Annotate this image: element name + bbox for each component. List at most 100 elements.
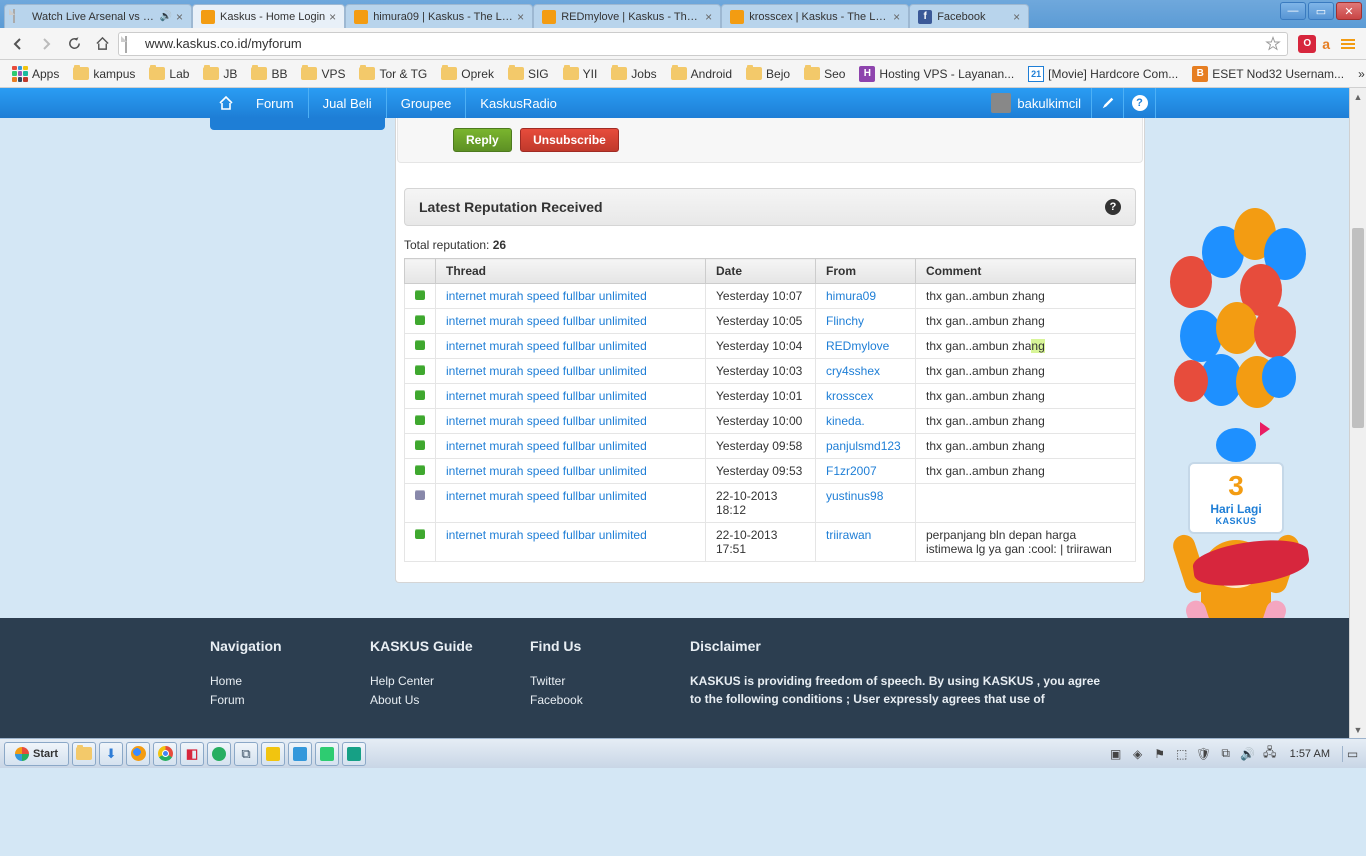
bookmark-item[interactable]: JB bbox=[197, 65, 243, 83]
home-button[interactable] bbox=[90, 32, 114, 56]
thread-link[interactable]: internet murah speed fullbar unlimited bbox=[446, 528, 647, 542]
start-button[interactable]: Start bbox=[4, 742, 69, 766]
user-link[interactable]: triirawan bbox=[826, 528, 871, 542]
tray-icon[interactable]: ▣ bbox=[1108, 746, 1124, 762]
tray-volume-icon[interactable]: 🔊 bbox=[1240, 746, 1256, 762]
user-link[interactable]: himura09 bbox=[826, 289, 876, 303]
tray-icon[interactable]: ⬚ bbox=[1174, 746, 1190, 762]
task-app5[interactable] bbox=[288, 742, 312, 766]
bookmark-star-icon[interactable] bbox=[1265, 36, 1281, 52]
bookmark-item[interactable]: Jobs bbox=[605, 65, 662, 83]
user-link[interactable]: kineda. bbox=[826, 414, 865, 428]
task-explorer[interactable] bbox=[72, 742, 96, 766]
reload-button[interactable] bbox=[62, 32, 86, 56]
bookmark-item[interactable]: Bejo bbox=[740, 65, 796, 83]
sidebar-button-stub[interactable] bbox=[210, 118, 385, 130]
task-downloads[interactable]: ⬇ bbox=[99, 742, 123, 766]
footer-link-forum[interactable]: Forum bbox=[210, 691, 370, 710]
bookmark-item[interactable]: BB bbox=[245, 65, 293, 83]
extension-icon[interactable]: a bbox=[1322, 36, 1330, 52]
bookmark-item[interactable]: Oprek bbox=[435, 65, 500, 83]
bookmark-item[interactable]: SIG bbox=[502, 65, 555, 83]
tray-icon[interactable]: ⚑ bbox=[1152, 746, 1168, 762]
tray-icon[interactable]: 🛡 bbox=[1196, 746, 1212, 762]
footer-link-home[interactable]: Home bbox=[210, 672, 370, 691]
bookmark-item[interactable]: Seo bbox=[798, 65, 851, 83]
bookmark-item[interactable]: Tor & TG bbox=[353, 65, 433, 83]
help-icon[interactable]: ? bbox=[1105, 199, 1121, 215]
address-bar[interactable]: www.kaskus.co.id/myforum bbox=[118, 32, 1288, 56]
window-close[interactable]: ✕ bbox=[1336, 2, 1362, 20]
footer-link-about[interactable]: About Us bbox=[370, 691, 530, 710]
nav-jualbeli[interactable]: Jual Beli bbox=[308, 88, 386, 118]
vertical-scrollbar[interactable]: ▲ ▼ bbox=[1349, 88, 1366, 738]
tab-close-icon[interactable]: × bbox=[517, 10, 524, 24]
thread-link[interactable]: internet murah speed fullbar unlimited bbox=[446, 464, 647, 478]
adblock-icon[interactable]: O bbox=[1298, 35, 1316, 53]
browser-tab[interactable]: krosscex | Kaskus - The Larg× bbox=[721, 4, 909, 28]
user-link[interactable]: Flinchy bbox=[826, 314, 864, 328]
browser-tab[interactable]: Watch Live Arsenal vs Liv..🔊× bbox=[4, 4, 192, 28]
user-link[interactable]: cry4sshex bbox=[826, 364, 880, 378]
chrome-menu-icon[interactable] bbox=[1336, 32, 1360, 56]
nav-edit-icon[interactable] bbox=[1091, 88, 1123, 118]
window-maximize[interactable]: ▭ bbox=[1308, 2, 1334, 20]
forward-button[interactable] bbox=[34, 32, 58, 56]
reply-button[interactable]: Reply bbox=[453, 128, 512, 152]
bookmark-item[interactable]: kampus bbox=[67, 65, 141, 83]
tab-close-icon[interactable]: × bbox=[329, 10, 336, 24]
thread-link[interactable]: internet murah speed fullbar unlimited bbox=[446, 364, 647, 378]
browser-tab[interactable]: fFacebook× bbox=[909, 4, 1029, 28]
user-link[interactable]: yustinus98 bbox=[826, 489, 883, 503]
tray-icon[interactable]: ◈ bbox=[1130, 746, 1146, 762]
nav-user[interactable]: bakulkimcil bbox=[981, 93, 1091, 113]
task-app7[interactable] bbox=[342, 742, 366, 766]
bookmarks-overflow[interactable]: » bbox=[1352, 67, 1366, 81]
thread-link[interactable]: internet murah speed fullbar unlimited bbox=[446, 439, 647, 453]
thread-link[interactable]: internet murah speed fullbar unlimited bbox=[446, 414, 647, 428]
user-link[interactable]: F1zr2007 bbox=[826, 464, 877, 478]
unsubscribe-button[interactable]: Unsubscribe bbox=[520, 128, 619, 152]
task-app2[interactable] bbox=[207, 742, 231, 766]
window-minimize[interactable]: — bbox=[1280, 2, 1306, 20]
footer-link-twitter[interactable]: Twitter bbox=[530, 672, 690, 691]
nav-home-icon[interactable] bbox=[210, 95, 242, 111]
scroll-down-icon[interactable]: ▼ bbox=[1350, 721, 1366, 738]
user-link[interactable]: krosscex bbox=[826, 389, 873, 403]
nav-help-icon[interactable]: ? bbox=[1123, 88, 1155, 118]
scroll-up-icon[interactable]: ▲ bbox=[1350, 88, 1366, 105]
task-chrome[interactable] bbox=[153, 742, 177, 766]
task-app4[interactable] bbox=[261, 742, 285, 766]
thread-link[interactable]: internet murah speed fullbar unlimited bbox=[446, 489, 647, 503]
nav-groupee[interactable]: Groupee bbox=[386, 88, 466, 118]
bookmark-item[interactable]: YII bbox=[557, 65, 604, 83]
footer-link-help[interactable]: Help Center bbox=[370, 672, 530, 691]
browser-tab[interactable]: REDmylove | Kaskus - The La× bbox=[533, 4, 721, 28]
bookmark-item[interactable]: 21[Movie] Hardcore Com... bbox=[1022, 64, 1184, 84]
browser-tab[interactable]: Kaskus - Home Login× bbox=[192, 4, 345, 28]
tab-close-icon[interactable]: × bbox=[893, 10, 900, 24]
thread-link[interactable]: internet murah speed fullbar unlimited bbox=[446, 289, 647, 303]
scrollbar-thumb[interactable] bbox=[1352, 228, 1364, 428]
user-link[interactable]: REDmylove bbox=[826, 339, 889, 353]
bookmark-item[interactable]: Lab bbox=[143, 65, 195, 83]
tray-network-icon[interactable]: 🖧 bbox=[1262, 746, 1278, 762]
tab-close-icon[interactable]: × bbox=[705, 10, 712, 24]
bookmark-item[interactable]: Android bbox=[665, 65, 738, 83]
browser-tab[interactable]: himura09 | Kaskus - The Larg× bbox=[345, 4, 533, 28]
bookmark-item[interactable]: VPS bbox=[295, 65, 351, 83]
tab-close-icon[interactable]: × bbox=[176, 10, 183, 24]
task-firefox[interactable] bbox=[126, 742, 150, 766]
tray-icon[interactable]: ⧉ bbox=[1218, 746, 1234, 762]
bookmark-item[interactable]: BESET Nod32 Usernam... bbox=[1186, 64, 1350, 84]
task-app3[interactable]: ⧉ bbox=[234, 742, 258, 766]
taskbar-clock[interactable]: 1:57 AM bbox=[1284, 748, 1336, 760]
user-link[interactable]: panjulsmd123 bbox=[826, 439, 901, 453]
task-app6[interactable] bbox=[315, 742, 339, 766]
footer-link-facebook[interactable]: Facebook bbox=[530, 691, 690, 710]
nav-forum[interactable]: Forum bbox=[242, 88, 308, 118]
thread-link[interactable]: internet murah speed fullbar unlimited bbox=[446, 339, 647, 353]
bookmark-item[interactable]: HHosting VPS - Layanan... bbox=[853, 64, 1020, 84]
back-button[interactable] bbox=[6, 32, 30, 56]
bookmark-item[interactable]: Apps bbox=[6, 64, 65, 84]
